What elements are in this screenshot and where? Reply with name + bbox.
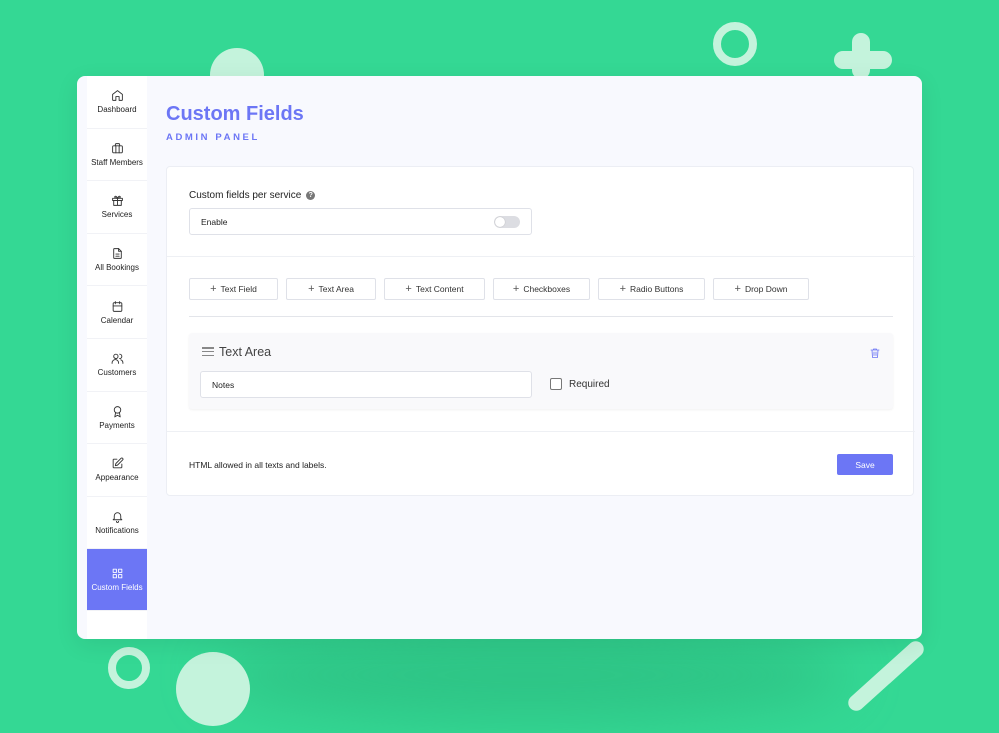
add-text-field-button[interactable]: + Text Field xyxy=(189,278,278,300)
add-field-buttons: + Text Field + Text Area + Text Content + Ch… xyxy=(189,278,809,300)
enable-label: Enable xyxy=(201,216,228,227)
add-button-label: Text Area xyxy=(318,284,354,294)
field-label-input[interactable] xyxy=(200,371,532,398)
page-title: Custom Fields xyxy=(166,103,304,125)
sidebar-item-services[interactable]: Services xyxy=(87,181,147,234)
sidebar-item-label: Custom Fields xyxy=(91,583,143,593)
award-icon xyxy=(113,406,121,418)
sidebar-item-label: Payments xyxy=(99,420,135,430)
plus-icon: + xyxy=(405,282,412,295)
decorative-circle xyxy=(176,652,250,726)
sidebar-item-calendar[interactable]: Calendar xyxy=(87,286,147,339)
per-service-text: Custom fields per service xyxy=(189,190,302,201)
add-text-area-button[interactable]: + Text Area xyxy=(286,278,376,300)
plus-icon: + xyxy=(512,282,520,295)
question-icon[interactable]: ? xyxy=(306,191,316,200)
per-service-label: Custom fields per service ? xyxy=(189,190,316,201)
sidebar-item-staff-members[interactable]: Staff Members xyxy=(87,129,147,182)
add-button-label: Text Content xyxy=(415,284,464,294)
sidebar-item-custom-fields[interactable]: Custom Fields xyxy=(87,549,147,612)
add-radio-buttons-button[interactable]: + Radio Buttons xyxy=(598,278,705,300)
footer-divider xyxy=(167,431,915,432)
sidebar-item-payments[interactable]: Payments xyxy=(87,392,147,445)
plus-icon: + xyxy=(734,282,741,295)
briefcase-icon xyxy=(111,143,123,154)
html-allowed-note: HTML allowed in all texts and labels. xyxy=(189,460,327,470)
users-icon xyxy=(111,353,123,365)
plus-icon: + xyxy=(210,282,217,295)
section-divider xyxy=(167,256,915,257)
sidebar-item-dashboard[interactable]: Dashboard xyxy=(87,76,147,129)
enable-toggle-row[interactable]: Enable xyxy=(189,208,532,235)
decorative-plus xyxy=(834,51,892,69)
window-shadow xyxy=(210,630,850,720)
sidebar-item-label: Calendar xyxy=(100,315,134,325)
plus-icon: + xyxy=(619,282,627,295)
sidebar-item-label: Dashboard xyxy=(97,105,137,115)
add-button-label: Radio Buttons xyxy=(630,284,684,294)
text-area-field: Text Area Required xyxy=(189,333,893,409)
required-checkbox[interactable] xyxy=(550,378,562,390)
add-drop-down-button[interactable]: + Drop Down xyxy=(713,278,809,300)
save-button[interactable]: Save xyxy=(837,454,893,475)
edit-icon xyxy=(112,458,123,469)
sidebar-item-label: Services xyxy=(101,210,133,220)
sidebar-item-label: Customers xyxy=(97,368,137,378)
calendar-icon xyxy=(112,300,122,312)
trash-icon[interactable] xyxy=(869,346,881,358)
add-button-label: Drop Down xyxy=(744,284,788,294)
required-option[interactable]: Required xyxy=(550,378,610,390)
decorative-ring xyxy=(108,647,150,689)
field-title: Text Area xyxy=(219,345,272,359)
gift-icon xyxy=(111,196,123,207)
sidebar-item-label: All Bookings xyxy=(94,263,140,273)
plus-icon: + xyxy=(308,282,315,295)
sidebar-item-label: Appearance xyxy=(95,473,139,483)
sidebar: Dashboard Staff Members Services All Boo… xyxy=(87,76,147,639)
drag-handle-icon[interactable] xyxy=(202,347,214,357)
fields-divider xyxy=(189,316,893,317)
sidebar-item-customers[interactable]: Customers xyxy=(87,339,147,392)
add-checkboxes-button[interactable]: + Checkboxes xyxy=(493,278,590,300)
decorative-line xyxy=(844,637,928,715)
sidebar-item-appearance[interactable]: Appearance xyxy=(87,444,147,497)
required-label: Required xyxy=(569,378,610,390)
add-text-content-button[interactable]: + Text Content xyxy=(384,278,485,300)
page-subtitle: ADMIN PANEL xyxy=(166,132,260,143)
sidebar-item-all-bookings[interactable]: All Bookings xyxy=(87,234,147,287)
custom-fields-card: Custom fields per service ? Enable + Text… xyxy=(166,166,915,496)
sidebar-item-label: Notifications xyxy=(95,526,139,536)
grid-icon xyxy=(112,569,122,579)
decorative-ring xyxy=(713,22,757,66)
sidebar-item-label: Staff Members xyxy=(91,157,143,167)
enable-toggle[interactable] xyxy=(494,216,520,228)
admin-window: Dashboard Staff Members Services All Boo… xyxy=(77,76,922,639)
toggle-knob xyxy=(495,217,505,227)
home-icon xyxy=(111,90,123,102)
sidebar-item-notifications[interactable]: Notifications xyxy=(87,497,147,550)
bell-icon xyxy=(112,512,122,523)
add-button-label: Text Field xyxy=(220,284,257,294)
document-icon xyxy=(112,248,122,259)
add-button-label: Checkboxes xyxy=(523,284,571,294)
